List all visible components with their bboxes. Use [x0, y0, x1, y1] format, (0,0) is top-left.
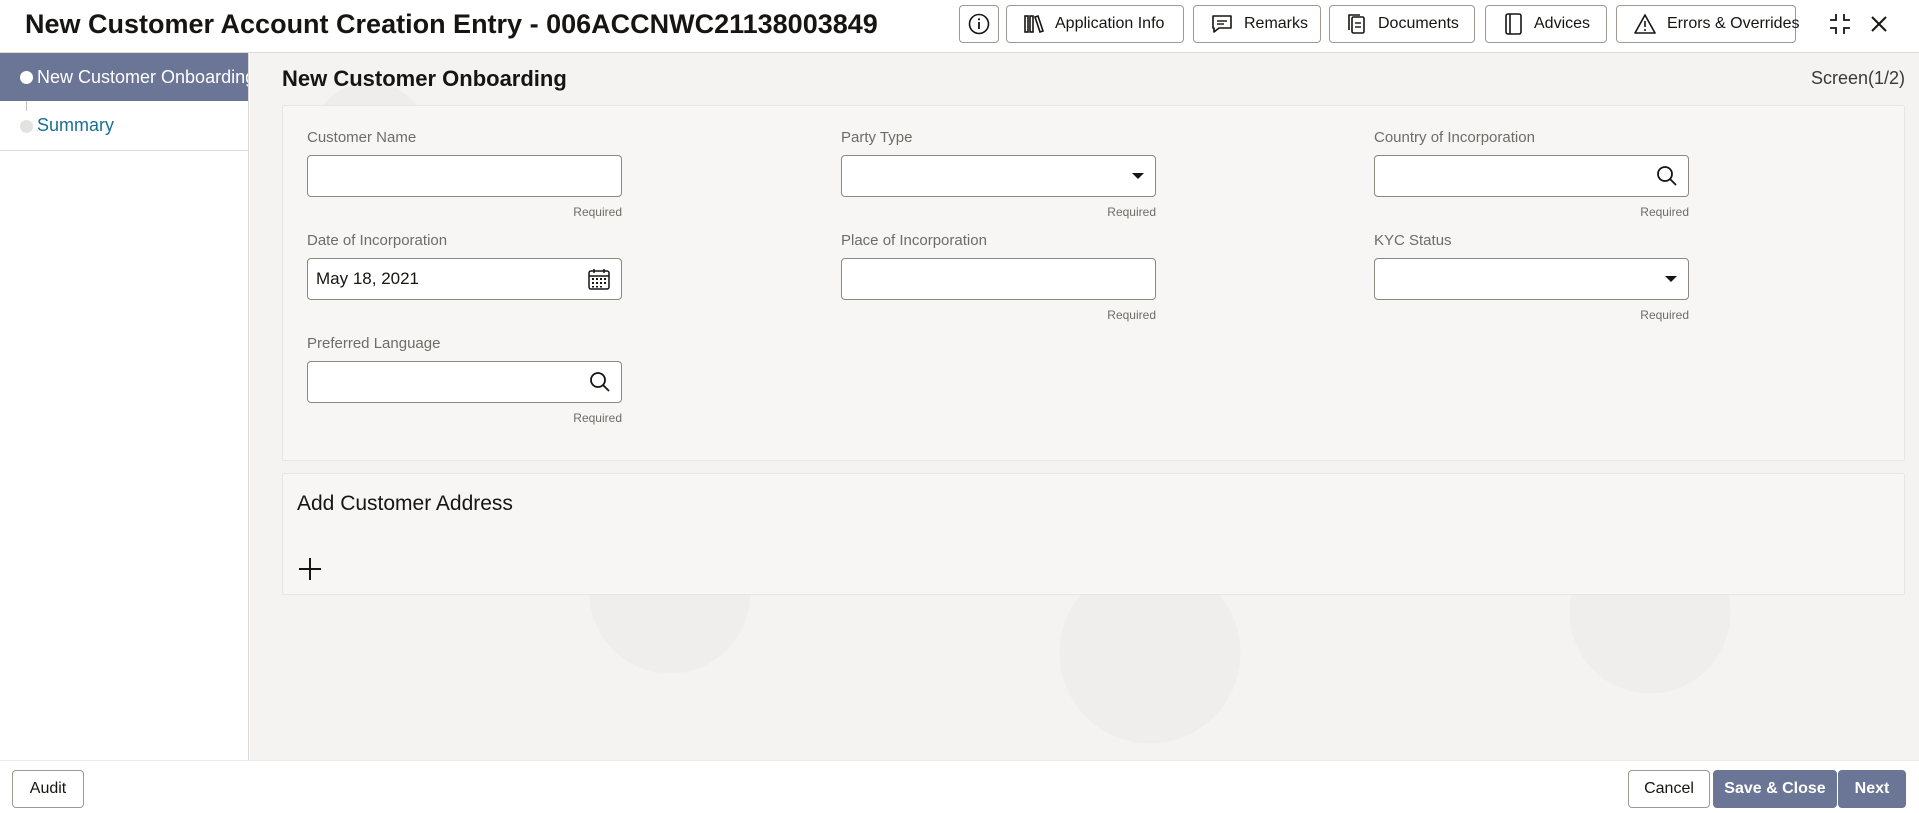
preferred-language-input[interactable]	[316, 363, 586, 401]
customer-name-field[interactable]	[307, 155, 622, 197]
errors-overrides-label: Errors & Overrides	[1667, 15, 1800, 32]
header-bar: New Customer Account Creation Entry - 00…	[0, 0, 1919, 53]
place-of-incorporation-label: Place of Incorporation	[841, 232, 987, 249]
cancel-button[interactable]: Cancel	[1628, 770, 1710, 808]
caret-down-icon[interactable]	[1131, 171, 1145, 181]
section-title: New Customer Onboarding	[282, 66, 567, 91]
audit-button[interactable]: Audit	[12, 770, 84, 808]
country-of-incorporation-required-hint: Required	[1640, 205, 1689, 219]
minimize-icon[interactable]	[1823, 7, 1857, 41]
add-customer-address-title: Add Customer Address	[297, 492, 513, 515]
preferred-language-label: Preferred Language	[307, 335, 441, 352]
footer-bar: Audit Cancel Save & Close Next	[0, 760, 1919, 813]
screen-counter: Screen(1/2)	[1810, 68, 1905, 88]
plus-icon	[299, 558, 321, 580]
date-of-incorporation-field[interactable]: May 18, 2021	[307, 258, 622, 300]
date-of-incorporation-label: Date of Incorporation	[307, 232, 448, 249]
sidebar: New Customer Onboarding Summary	[0, 53, 249, 760]
place-of-incorporation-required-hint: Required	[1107, 308, 1156, 322]
date-of-incorporation-value: May 18, 2021	[316, 269, 420, 288]
country-of-incorporation-input[interactable]	[1383, 157, 1653, 195]
documents-button[interactable]: Documents	[1329, 5, 1475, 43]
step-dot-icon	[20, 71, 33, 84]
remarks-button[interactable]: Remarks	[1193, 5, 1321, 43]
search-icon[interactable]	[589, 371, 611, 393]
onboarding-form-panel: Customer Name Required Date of Incorpora…	[282, 105, 1905, 461]
place-of-incorporation-input[interactable]	[850, 260, 1120, 298]
advices-button[interactable]: Advices	[1485, 5, 1607, 43]
party-type-select[interactable]	[841, 155, 1156, 197]
info-button[interactable]	[959, 5, 999, 43]
errors-overrides-button[interactable]: Errors & Overrides	[1616, 5, 1800, 43]
step-dot-icon	[20, 119, 33, 133]
save-close-button[interactable]: Save & Close	[1713, 770, 1837, 808]
next-button[interactable]: Next	[1838, 770, 1906, 808]
preferred-language-field[interactable]	[307, 361, 622, 403]
info-circle-icon	[968, 13, 990, 35]
chat-bubble-icon	[1212, 15, 1232, 33]
application-info-button[interactable]: Application Info	[1006, 5, 1184, 43]
party-type-required-hint: Required	[1107, 205, 1156, 219]
sidebar-item-label: Summary	[37, 115, 115, 135]
main-content: New Customer Onboarding Screen(1/2) Cust…	[250, 53, 1919, 760]
customer-address-panel: Add Customer Address	[282, 473, 1905, 595]
sidebar-item-summary[interactable]: Summary	[0, 101, 248, 151]
kyc-status-label: KYC Status	[1374, 232, 1452, 249]
customer-name-label: Customer Name	[307, 129, 417, 146]
kyc-status-required-hint: Required	[1640, 308, 1689, 322]
place-of-incorporation-field[interactable]	[841, 258, 1156, 300]
sidebar-item-new-customer-onboarding[interactable]: New Customer Onboarding	[0, 53, 248, 101]
advices-label: Advices	[1534, 15, 1591, 32]
country-of-incorporation-label: Country of Incorporation	[1374, 129, 1535, 146]
search-icon[interactable]	[1656, 165, 1678, 187]
remarks-label: Remarks	[1244, 15, 1309, 32]
application-info-label: Application Info	[1055, 15, 1165, 32]
close-icon[interactable]	[1862, 7, 1896, 41]
preferred-language-required-hint: Required	[573, 411, 622, 425]
library-books-icon	[1024, 14, 1045, 34]
customer-name-required-hint: Required	[573, 205, 622, 219]
party-type-label: Party Type	[841, 129, 913, 146]
documents-icon	[1348, 14, 1365, 34]
warning-triangle-icon	[1634, 14, 1656, 34]
notebook-icon	[1505, 13, 1522, 35]
country-of-incorporation-field[interactable]	[1374, 155, 1689, 197]
calendar-icon[interactable]	[587, 267, 611, 291]
sidebar-item-label: New Customer Onboarding	[37, 66, 248, 87]
page-title: New Customer Account Creation Entry - 00…	[25, 9, 878, 39]
caret-down-icon[interactable]	[1664, 274, 1678, 284]
kyc-status-select[interactable]	[1374, 258, 1689, 300]
customer-name-input[interactable]	[316, 157, 586, 195]
add-address-button[interactable]	[295, 554, 325, 584]
documents-label: Documents	[1378, 15, 1459, 32]
